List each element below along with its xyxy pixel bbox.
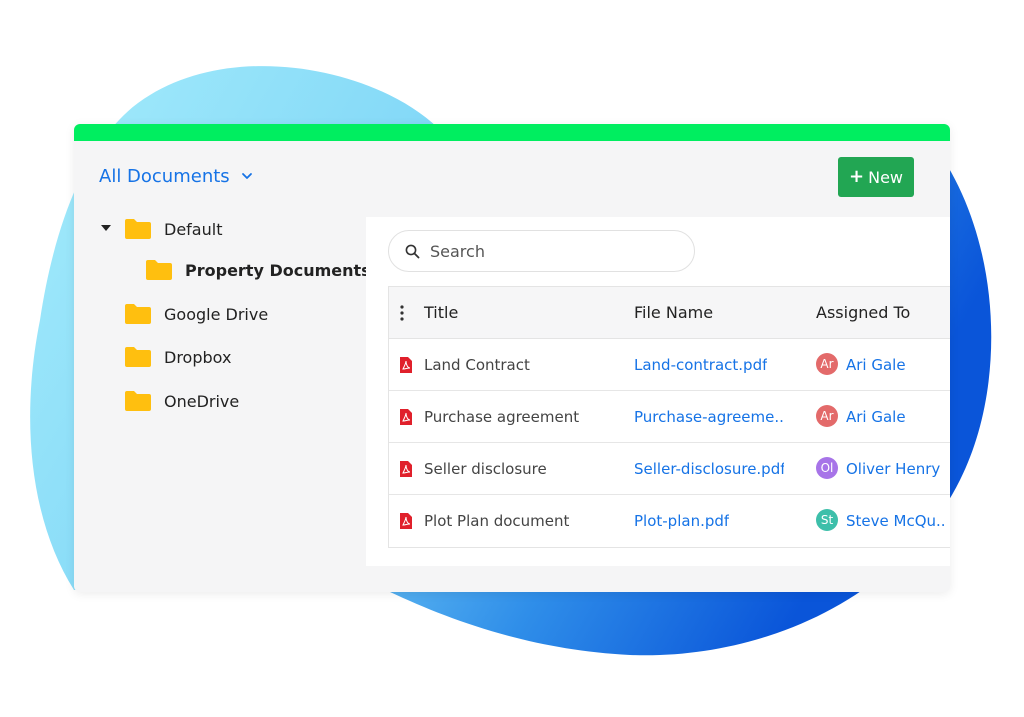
tree-item-default[interactable]: Default <box>124 218 222 240</box>
pdf-icon <box>400 461 412 477</box>
row-assignee-link[interactable]: Oliver Henry <box>846 460 940 478</box>
row-file-link[interactable]: Land-contract.pdf <box>634 356 767 374</box>
column-header-assigned-to[interactable]: Assigned To <box>816 303 910 322</box>
documents-panel: Search Title File Name Assigned To Land … <box>366 217 950 566</box>
table-row[interactable]: Seller disclosure Seller-disclosure.pdf … <box>389 443 950 495</box>
window-accent-bar <box>74 124 950 141</box>
row-assignee-link[interactable]: Ari Gale <box>846 356 906 374</box>
column-options-icon[interactable] <box>400 305 404 321</box>
table-row[interactable]: Plot Plan document Plot-plan.pdf St Stev… <box>389 495 950 547</box>
tree-item-label: Google Drive <box>164 304 269 324</box>
documents-window: All Documents + New Default Property Doc… <box>74 124 950 592</box>
avatar: Ar <box>816 353 838 375</box>
row-title: Seller disclosure <box>424 460 547 478</box>
tree-item-label: Dropbox <box>164 347 232 367</box>
folder-icon <box>125 347 151 367</box>
folder-icon <box>125 391 151 411</box>
folder-icon <box>125 219 151 239</box>
all-documents-dropdown[interactable]: All Documents <box>99 164 254 188</box>
column-header-file-name[interactable]: File Name <box>634 303 713 322</box>
tree-item-dropbox[interactable]: Dropbox <box>124 346 231 368</box>
row-title: Purchase agreement <box>424 408 580 426</box>
plus-icon: + <box>849 166 865 187</box>
table-row[interactable]: Purchase agreement Purchase-agreeme.. Ar… <box>389 391 950 443</box>
row-file-link[interactable]: Seller-disclosure.pdf <box>634 460 784 478</box>
chevron-down-icon <box>241 173 252 179</box>
tree-item-label: OneDrive <box>164 391 240 411</box>
caret-down-icon[interactable] <box>100 223 112 233</box>
search-placeholder: Search <box>430 241 485 261</box>
row-file-link[interactable]: Purchase-agreeme.. <box>634 408 784 426</box>
row-assignee-link[interactable]: Ari Gale <box>846 408 906 426</box>
search-input[interactable]: Search <box>388 230 695 272</box>
tree-item-label: Default <box>164 219 223 239</box>
view-selector-label: All Documents <box>99 165 230 187</box>
folder-icon <box>146 260 172 280</box>
new-button[interactable]: + New <box>838 157 914 197</box>
avatar: St <box>816 509 838 531</box>
table-row[interactable]: Land Contract Land-contract.pdf Ar Ari G… <box>389 339 950 391</box>
avatar: Ol <box>816 457 838 479</box>
pdf-icon <box>400 513 412 529</box>
tree-item-label: Property Documents <box>185 260 371 280</box>
search-icon <box>405 244 420 258</box>
tree-item-property-documents[interactable]: Property Documents <box>145 259 371 281</box>
row-title: Land Contract <box>424 356 530 374</box>
row-title: Plot Plan document <box>424 512 570 530</box>
pdf-icon <box>400 357 412 373</box>
column-header-title[interactable]: Title <box>424 303 458 322</box>
folder-icon <box>125 304 151 324</box>
row-assignee-link[interactable]: Steve McQu... <box>846 512 946 530</box>
pdf-icon <box>400 409 412 425</box>
documents-table: Title File Name Assigned To Land Contrac… <box>388 286 950 548</box>
tree-item-google-drive[interactable]: Google Drive <box>124 303 268 325</box>
row-file-link[interactable]: Plot-plan.pdf <box>634 512 729 530</box>
tree-item-onedrive[interactable]: OneDrive <box>124 390 239 412</box>
table-header: Title File Name Assigned To <box>389 287 950 339</box>
new-button-label: New <box>868 167 903 187</box>
avatar: Ar <box>816 405 838 427</box>
